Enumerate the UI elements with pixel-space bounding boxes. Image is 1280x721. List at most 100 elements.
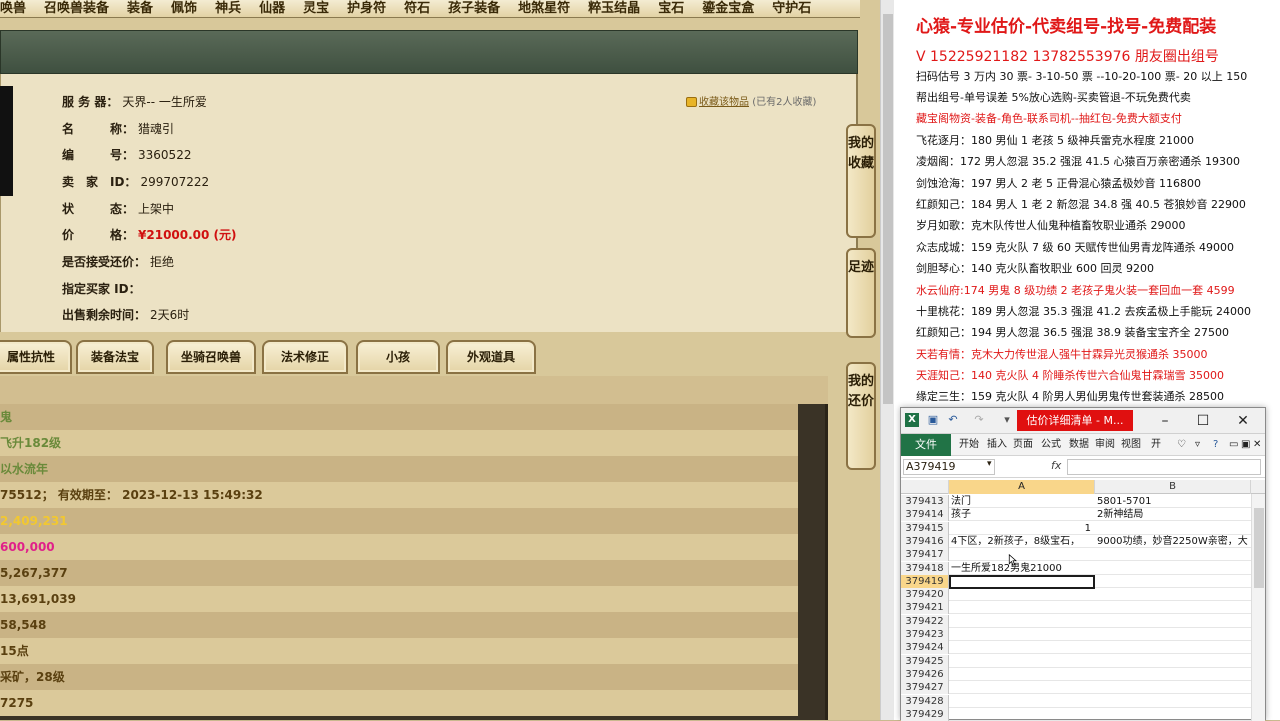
help-icon[interactable]: ? [1213,434,1218,456]
ad-line: 剑胆琴心：140 克火队畜牧职业 600 回灵 9200 [916,262,1154,275]
cell-a[interactable]: 法门 [951,495,1095,508]
close-button[interactable]: ✕ [1231,411,1255,431]
ribbon-tab[interactable]: 插入 [987,434,1007,456]
ad-line: 剑蚀沧海：197 男人 2 老 5 正骨混心猿孟极妙音 116800 [916,177,1201,190]
ribbon-tabs: 文件 ? ♡ ▿ ▭ ▣ ✕ 开始 插入 页面 公式 数据 审阅 视图开 [901,434,1265,456]
customize-icon[interactable]: ▾ [1001,414,1013,426]
ribbon-options-icon[interactable]: ▿ [1195,434,1200,456]
nav-item[interactable]: 装备 [127,0,153,17]
column-header-b[interactable]: B [1095,480,1251,494]
cell-b[interactable]: 9000功绩，妙音2250W亲密，大 [1097,535,1263,548]
namebox-dropdown-icon[interactable]: ▾ [987,459,992,469]
nav-item[interactable]: 灵宝 [303,0,329,17]
ad-line: 帮出组号-单号误差 5%放心选购-买卖管退-不玩免费代卖 [916,91,1191,104]
minimize-button[interactable]: – [1153,411,1177,431]
side-tab-1[interactable]: 足迹 [846,248,876,338]
nav-item[interactable]: 守护石 [772,0,811,17]
save-icon[interactable]: ▣ [927,414,939,426]
grid-row: 379428 [901,694,1265,708]
nav-item[interactable]: 粹玉结晶 [588,0,640,17]
window-close-icon[interactable]: ✕ [1253,434,1261,456]
price-field: 价 格： ¥21000.00 (元) [62,228,237,242]
ribbon-tab[interactable]: 开始 [959,434,979,456]
nav-item[interactable]: 孩子装备 [448,0,500,17]
row-number[interactable]: 379420 [901,588,949,602]
tab-0[interactable]: 属性抗性 [0,340,72,374]
browser-scrollbar[interactable] [880,0,894,720]
side-tab-2[interactable]: 我的还价 [846,362,876,470]
grid-row: 379419 [901,574,1265,589]
column-header-a[interactable]: A [949,480,1095,494]
excel-titlebar: X ▣ ↶ ↷ ▾ 估价详细清单 - M... – ☐ ✕ [901,408,1265,434]
cell-b[interactable]: 2新神结局 [1097,508,1263,521]
ribbon-tab[interactable]: 公式 [1041,434,1061,456]
cell-a[interactable]: 1 [951,522,1095,535]
nav-item[interactable]: 召唤兽装备 [44,0,109,17]
ribbon-tab[interactable]: 视图 [1121,434,1141,456]
row-number[interactable]: 379419 [901,574,949,588]
select-all-corner[interactable] [901,480,949,494]
row-number[interactable]: 379422 [901,614,949,628]
window-tile-icon[interactable]: ▣ [1241,434,1250,456]
tab-4[interactable]: 小孩 [356,340,440,374]
ad-line: 红颜知己：194 男人忽混 36.5 强混 38.9 装备宝宝齐全 27500 [916,326,1229,339]
ribbon-tab[interactable]: 页面 [1013,434,1033,456]
maximize-button[interactable]: ☐ [1191,411,1215,431]
grid-row: 379417 [901,548,1265,562]
row-number[interactable]: 379416 [901,534,949,548]
cell-a[interactable]: 一生所爱182男鬼21000 [951,562,1095,575]
row-number[interactable]: 379424 [901,641,949,655]
favorite-link[interactable]: 收藏该物品 [699,97,749,108]
nav-item[interactable]: 符石 [404,0,430,17]
row-number[interactable]: 379413 [901,495,949,508]
cell-a[interactable]: 4下区，2新孩子，8级宝石， [951,535,1095,548]
attribute-list: 鬼飞升182级 以水流年 75512； 有效期至： 2023-12-13 15:49… [0,376,828,720]
tab-3[interactable]: 法术修正 [262,340,348,374]
tab-1[interactable]: 装备法宝 [76,340,154,374]
nav-item[interactable]: 宝石 [658,0,684,17]
row-number[interactable]: 379429 [901,707,949,721]
row-number[interactable]: 379427 [901,681,949,695]
redo-icon[interactable]: ↷ [973,414,985,426]
nav-item[interactable]: 鎏金宝盒 [702,0,754,17]
row-number[interactable]: 379417 [901,548,949,562]
window-restore-icon[interactable]: ▭ [1229,434,1238,456]
spreadsheet-grid[interactable]: A B 379413 法门 5801-5701 379414 孩子 2新神结局 379415… [901,480,1265,721]
ribbon-tab[interactable]: 审阅 [1095,434,1115,456]
fx-button[interactable]: fx [1051,459,1061,472]
cell-b[interactable]: 5801-5701 [1097,495,1263,508]
tab-5[interactable]: 外观道具 [446,340,536,374]
row-number[interactable]: 379425 [901,654,949,668]
attribute-row: 7275 [0,690,798,716]
tab-2[interactable]: 坐骑召唤兽 [166,340,256,374]
side-tab-0[interactable]: 我的收藏 [846,124,876,238]
ribbon-collapse-icon[interactable]: ♡ [1177,434,1186,456]
ad-line: 岁月如歌：克木队传世人仙鬼种植畜牧职业通杀 29000 [916,219,1186,232]
formula-input[interactable] [1067,459,1261,475]
nav-item[interactable]: 仙器 [259,0,285,17]
nav-item[interactable]: 神兵 [215,0,241,17]
nav-item[interactable]: 佩饰 [171,0,197,17]
undo-icon[interactable]: ↶ [947,414,959,426]
row-number[interactable]: 379428 [901,694,949,708]
row-number[interactable]: 379426 [901,667,949,681]
file-tab[interactable]: 文件 [901,434,951,456]
cell-a[interactable]: 孩子 [951,508,1095,521]
nav-item[interactable]: 地煞星符 [518,0,570,17]
grid-row: 379423 [901,628,1265,641]
server-field: 服 务 器： 天界-- 一生所爱 [62,95,207,109]
nav-item[interactable]: 唤兽 [0,0,26,17]
ribbon-tab[interactable]: 开 [1151,434,1161,456]
row-number[interactable]: 379423 [901,628,949,641]
grid-scrollbar[interactable] [1251,494,1265,721]
row-number[interactable]: 379418 [901,561,949,575]
ribbon-tab[interactable]: 数据 [1069,434,1089,456]
id-field: 编 号： 3360522 [62,148,192,162]
row-number[interactable]: 379421 [901,601,949,615]
row-number[interactable]: 379414 [901,508,949,522]
name-box[interactable]: A379419 [903,459,995,475]
ad-line: V 15225921182 13782553976 朋友圈出组号 [916,49,1219,65]
row-number[interactable]: 379415 [901,521,949,535]
column-headers: A B [901,480,1265,494]
nav-item[interactable]: 护身符 [347,0,386,17]
